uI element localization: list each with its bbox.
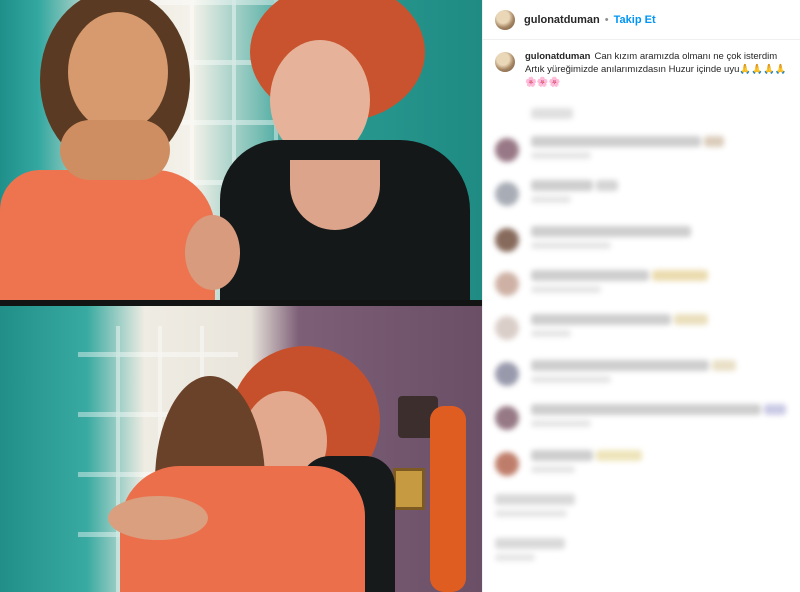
comment-item bbox=[495, 450, 795, 484]
follow-button[interactable]: Takip Et bbox=[614, 14, 656, 26]
comment-item bbox=[495, 538, 795, 572]
avatar[interactable] bbox=[495, 9, 515, 30]
caption-text: gulonatduman Can kızım aramızda olmanı ne… bbox=[525, 50, 795, 89]
username[interactable]: gulonatduman bbox=[524, 14, 600, 26]
separator-dot: • bbox=[604, 13, 609, 26]
comment-item bbox=[495, 404, 795, 438]
caption-avatar[interactable] bbox=[495, 52, 515, 72]
comment-item bbox=[495, 226, 795, 260]
caption-username[interactable]: gulonatduman bbox=[525, 51, 590, 62]
post-caption: gulonatduman Can kızım aramızda olmanı ne… bbox=[495, 50, 795, 89]
post-header: gulonatduman • Takip Et bbox=[483, 0, 800, 40]
photo-panel-bottom bbox=[0, 306, 482, 592]
comment-item bbox=[495, 136, 795, 170]
comments-list bbox=[483, 108, 800, 592]
post-image bbox=[0, 0, 482, 592]
post-sidebar: gulonatduman • Takip Et gulonatduman Can … bbox=[482, 0, 800, 592]
photo-panel-top bbox=[0, 0, 482, 300]
comment-item bbox=[495, 360, 795, 394]
comment-item bbox=[495, 270, 795, 304]
comment-item bbox=[495, 314, 795, 348]
comment-item bbox=[495, 494, 795, 528]
comment-item bbox=[495, 180, 795, 214]
